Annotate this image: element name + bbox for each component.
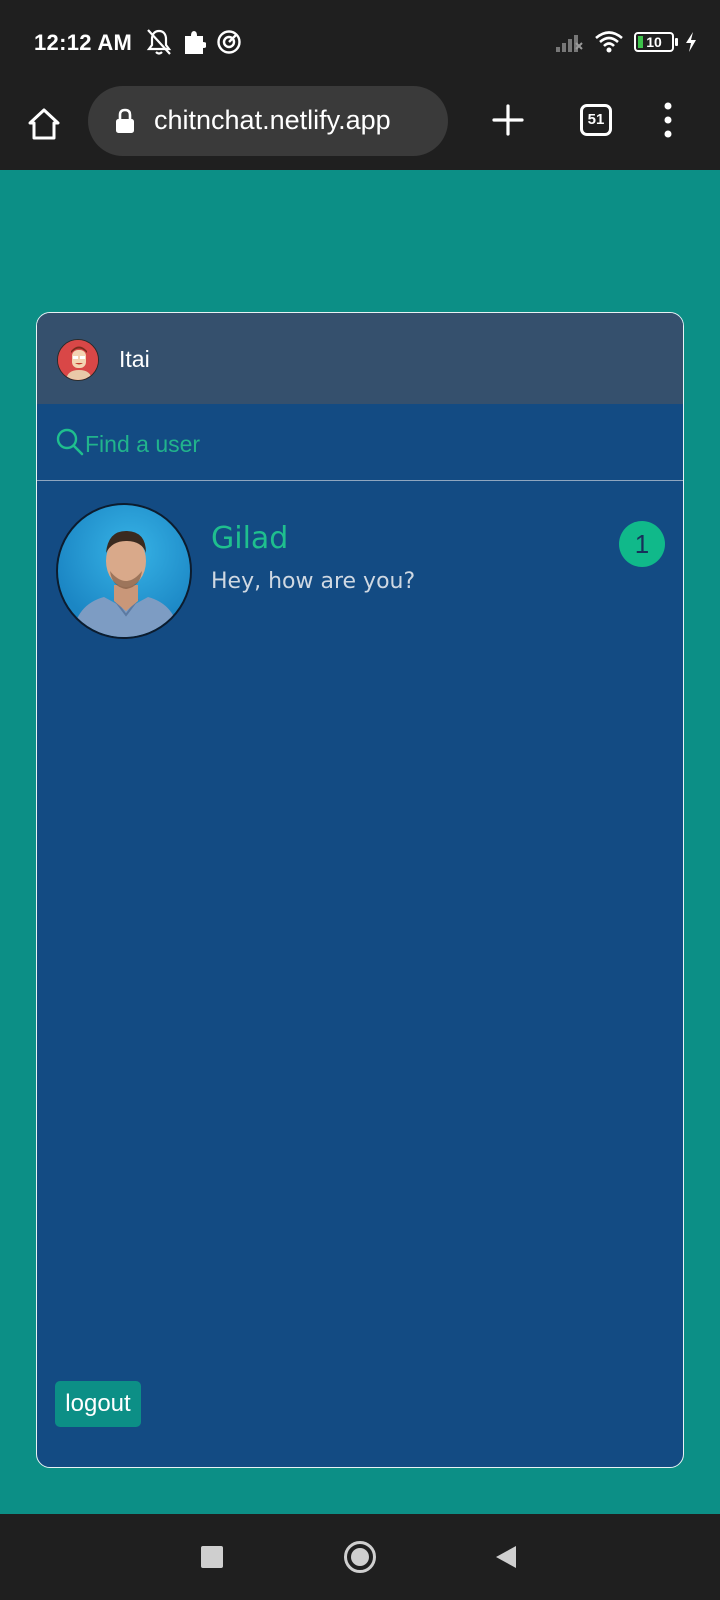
- unread-count-badge: 1: [619, 521, 665, 567]
- charging-icon: [686, 32, 696, 52]
- extension-icon: [185, 31, 206, 54]
- search-bar: [37, 404, 683, 481]
- profile-header: Itai: [37, 313, 683, 404]
- contact-photo: [72, 531, 180, 637]
- last-message-preview: Hey, how are you?: [211, 569, 416, 594]
- recent-apps-icon[interactable]: [201, 1546, 223, 1568]
- status-icons-left: [146, 28, 242, 56]
- tab-switcher-button[interactable]: 51: [580, 104, 612, 136]
- home-icon[interactable]: [24, 104, 64, 144]
- vpn-icon: [217, 30, 241, 54]
- home-circle-icon[interactable]: [344, 1541, 376, 1573]
- wifi-icon: [595, 31, 623, 53]
- user-avatar-illustration: [58, 340, 98, 380]
- contact-name: Gilad: [211, 521, 289, 556]
- profile-avatar[interactable]: [57, 339, 99, 381]
- chat-panel: Itai Gilad Hey, how are you? 1 log: [36, 312, 684, 1468]
- battery-icon: 10: [634, 32, 678, 52]
- search-icon: [56, 428, 84, 456]
- new-tab-icon[interactable]: [488, 100, 528, 140]
- search-input[interactable]: [85, 426, 585, 462]
- contact-avatar: [56, 503, 192, 639]
- browser-toolbar: chitnchat.netlify.app 51: [0, 86, 720, 170]
- conversation-item[interactable]: Gilad Hey, how are you? 1: [37, 481, 683, 641]
- status-time: 12:12 AM: [34, 30, 133, 55]
- system-nav-bar: [0, 1514, 720, 1600]
- notifications-off-icon: [146, 29, 172, 55]
- back-icon[interactable]: [494, 1544, 518, 1570]
- url-bar[interactable]: chitnchat.netlify.app: [88, 86, 448, 156]
- more-menu-icon[interactable]: [656, 100, 680, 140]
- profile-name: Itai: [119, 346, 150, 372]
- logout-button[interactable]: logout: [55, 1381, 141, 1427]
- status-bar: 12:12 AM 10: [0, 0, 720, 86]
- url-text: chitnchat.netlify.app: [154, 105, 391, 135]
- lock-icon: [116, 108, 134, 133]
- status-icons-right: 10: [554, 30, 698, 54]
- signal-icon: [556, 35, 583, 52]
